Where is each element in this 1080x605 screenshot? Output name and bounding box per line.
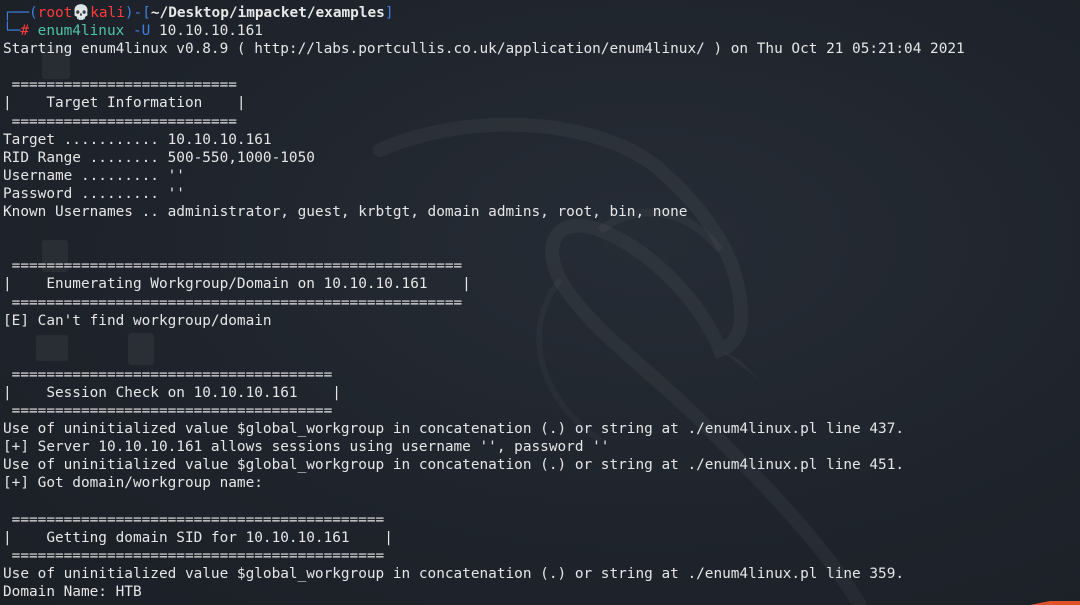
output-line: [+] Server 10.10.10.161 allows sessions … [3, 439, 610, 456]
output-line: ========================== [3, 77, 237, 94]
output-line: Use of uninitialized value $global_workg… [3, 565, 905, 582]
prompt-line: ┌──(root💀kali)-[~/Desktop/impacket/examp… [3, 4, 1080, 22]
prompt-frame: ┌──( [3, 5, 38, 21]
output-line: ========================================… [3, 294, 463, 311]
output-line: ===================================== [3, 403, 333, 420]
output-line: ===================================== [3, 366, 333, 383]
output-line: [+] Got domain/workgroup name: [3, 475, 272, 492]
output-line: ========================================… [3, 258, 463, 275]
output-line: Username ......... '' [3, 167, 185, 184]
terminal-output: ┌──(root💀kali)-[~/Desktop/impacket/examp… [3, 4, 1080, 601]
command-line[interactable]: └─# enum4linux -U 10.10.10.161 [3, 22, 1080, 40]
section-header: | Enumerating Workgroup/Domain on 10.10.… [3, 276, 471, 293]
skull-icon: 💀 [72, 5, 91, 21]
output-line: ========================== [3, 113, 237, 130]
output-line: Domain Name: HTB [3, 584, 142, 600]
prompt-path: ~/Desktop/impacket/examples [150, 5, 385, 21]
output-line: Use of uninitialized value $global_workg… [3, 421, 905, 438]
prompt-hash: # [20, 23, 38, 40]
output-line: ========================================… [3, 511, 385, 528]
command-name: enum4linux [37, 23, 125, 40]
section-header: | Target Information | [3, 95, 246, 112]
command-flag: -U [124, 23, 151, 40]
section-header: | Session Check on 10.10.10.161 | [3, 384, 341, 401]
prompt-frame: ] [384, 5, 394, 21]
output-line: Starting enum4linux v0.8.9 ( http://labs… [3, 41, 965, 58]
output-line: ========================================… [3, 547, 385, 564]
output-line: RID Range ........ 500-550,1000-1050 [3, 149, 315, 166]
prompt-host: kali [90, 5, 125, 21]
prompt-frame: )-[ [124, 5, 151, 21]
terminal-window[interactable]: ┌──(root💀kali)-[~/Desktop/impacket/examp… [0, 0, 1080, 605]
output-line: Target ........... 10.10.10.161 [3, 131, 272, 148]
output-line: Use of uninitialized value $global_workg… [3, 457, 905, 474]
corner-accent [1030, 601, 1080, 605]
output-line: [E] Can't find workgroup/domain [3, 312, 272, 329]
command-argument: 10.10.10.161 [150, 23, 263, 40]
prompt-frame: └─ [3, 23, 21, 40]
output-line: Known Usernames .. administrator, guest,… [3, 204, 688, 221]
output-line: Password ......... '' [3, 185, 185, 202]
prompt-user: root [37, 5, 73, 21]
section-header: | Getting domain SID for 10.10.10.161 | [3, 529, 393, 546]
